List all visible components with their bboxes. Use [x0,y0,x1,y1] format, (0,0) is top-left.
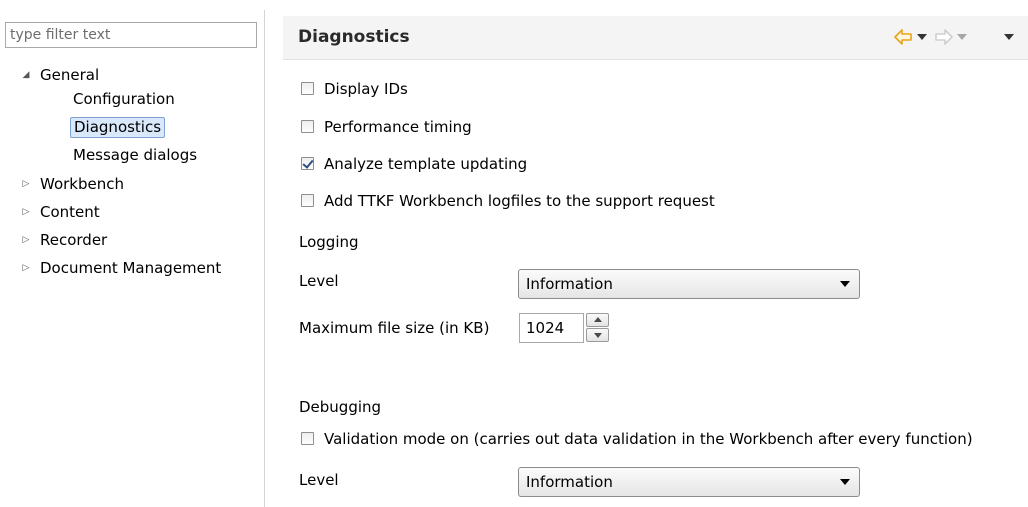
page-header: Diagnostics [283,16,1028,60]
checkbox-label: Performance timing [324,118,472,136]
analyze-template-checkbox[interactable] [301,157,314,170]
back-arrow-icon[interactable] [894,29,912,45]
checkbox-label: Validation mode on (carries out data val… [324,430,973,448]
logging-level-select[interactable]: Information [518,269,860,299]
debugging-level-select[interactable]: Information [518,467,860,497]
panel-splitter[interactable] [264,10,265,507]
tree-item-label: Recorder [40,231,108,249]
spin-down-icon [594,333,602,338]
max-file-size-input[interactable]: 1024 [519,313,584,343]
checkbox-label: Add TTKF Workbench logfiles to the suppo… [324,192,715,210]
checkbox-label: Display IDs [324,80,408,98]
view-menu-icon[interactable] [1003,29,1015,45]
collapsed-arrow-icon[interactable]: ▷ [20,201,32,223]
collapsed-arrow-icon[interactable]: ▷ [20,173,32,195]
selected-value: Information [526,275,613,293]
max-file-size-label: Maximum file size (in KB) [299,319,490,337]
expanded-arrow-icon[interactable]: ◢ [20,64,32,86]
spin-up-icon [594,317,602,322]
chevron-down-icon [840,479,850,485]
tree-item-label: Document Management [40,259,222,277]
page-title: Diagnostics [298,27,410,47]
tree-item-diagnostics[interactable]: Diagnostics [70,117,166,138]
add-logfiles-checkbox[interactable] [301,194,314,207]
tree-item-document-management[interactable]: ▷ Document Management [0,257,260,279]
forward-arrow-icon[interactable] [935,29,953,45]
tree-item-configuration[interactable]: Configuration [70,89,178,110]
logging-level-label: Level [299,272,339,290]
filter-input[interactable] [5,22,257,48]
back-history-dropdown-icon[interactable] [916,29,928,45]
spin-up-button[interactable] [586,313,609,327]
display-ids-checkbox[interactable] [301,82,314,95]
tree-item-label: Content [40,203,100,221]
spin-down-button[interactable] [586,328,609,342]
collapsed-arrow-icon[interactable]: ▷ [20,257,32,279]
performance-timing-checkbox[interactable] [301,120,314,133]
chevron-down-icon [840,281,850,287]
collapsed-arrow-icon[interactable]: ▷ [20,229,32,251]
checkbox-label: Analyze template updating [324,155,528,173]
tree-item-label: Workbench [40,175,124,193]
selected-value: Information [526,473,613,491]
logging-section-title: Logging [299,233,359,251]
forward-history-dropdown-icon[interactable] [956,29,968,45]
tree-item-label: General [40,66,100,84]
tree-item-recorder[interactable]: ▷ Recorder [0,229,260,251]
tree-item-message-dialogs[interactable]: Message dialogs [70,145,200,166]
debugging-section-title: Debugging [299,398,382,416]
tree-item-content[interactable]: ▷ Content [0,201,260,223]
tree-item-general[interactable]: ◢ General [0,64,260,86]
validation-mode-checkbox[interactable] [301,432,314,445]
tree-item-workbench[interactable]: ▷ Workbench [0,173,260,195]
debugging-level-label: Level [299,471,339,489]
